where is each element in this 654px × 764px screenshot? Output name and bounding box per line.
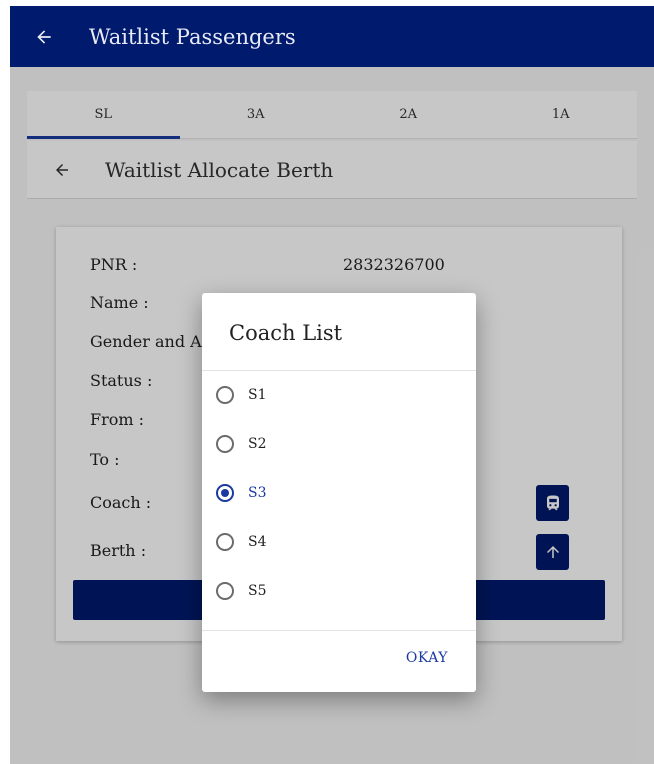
coach-option-s5[interactable]: S5 (216, 576, 456, 606)
radio-button[interactable] (216, 386, 234, 404)
radio-button[interactable] (216, 435, 234, 453)
coach-list-dialog: Coach List S1 S2 S3 S4 S5 OKAY (202, 293, 476, 692)
coach-option-s1[interactable]: S1 (216, 380, 456, 410)
radio-button[interactable] (216, 582, 234, 600)
app-bar: Waitlist Passengers (10, 6, 654, 67)
coach-option-s2[interactable]: S2 (216, 429, 456, 459)
radio-button[interactable] (216, 533, 234, 551)
radio-button-checked[interactable] (216, 484, 234, 502)
coach-option-s3[interactable]: S3 (216, 478, 456, 508)
dialog-divider-bottom (202, 630, 476, 631)
okay-button[interactable]: OKAY (406, 650, 448, 666)
dialog-title: Coach List (229, 321, 343, 345)
page-title: Waitlist Passengers (89, 24, 296, 49)
dialog-divider-top (202, 370, 476, 371)
coach-option-s4[interactable]: S4 (216, 527, 456, 557)
arrow-left-icon[interactable] (34, 27, 54, 47)
